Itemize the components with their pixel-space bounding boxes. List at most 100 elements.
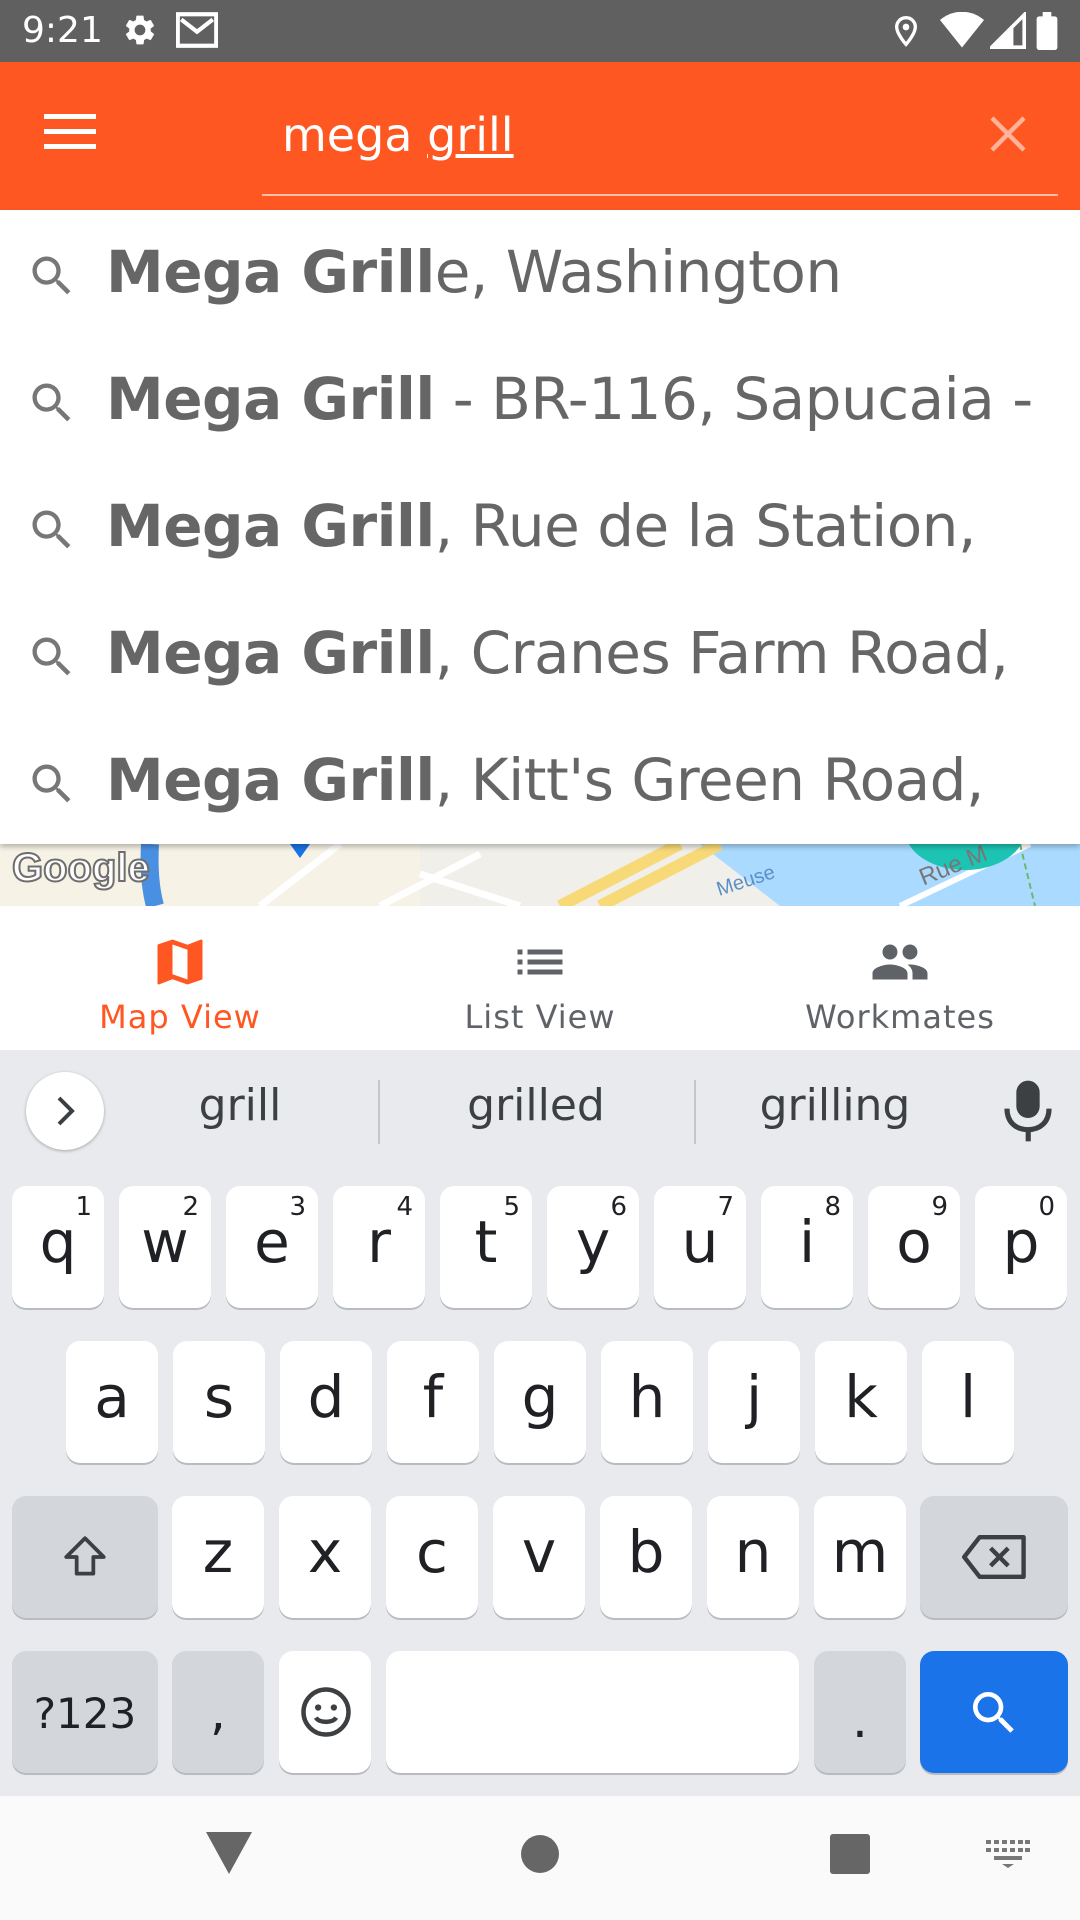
key-char: f xyxy=(422,1363,444,1431)
key-p[interactable]: p0 xyxy=(975,1186,1067,1308)
tab-label: List View xyxy=(464,998,616,1036)
shift-key[interactable] xyxy=(12,1496,158,1618)
key-j[interactable]: j xyxy=(708,1341,800,1463)
tab-map-view[interactable]: Map View xyxy=(0,906,360,1050)
key-number-hint: 2 xyxy=(182,1192,199,1222)
suggestion-item[interactable]: Mega Grille, Washington xyxy=(0,210,1080,337)
key-u[interactable]: u7 xyxy=(654,1186,746,1308)
suggestion-text: Mega Grill - BR-116, Sapucaia - xyxy=(106,365,1033,433)
gmail-icon xyxy=(176,12,218,48)
keyboard-suggestion[interactable]: grilling xyxy=(720,1080,950,1131)
tab-workmates[interactable]: Workmates xyxy=(720,906,1080,1050)
key-a[interactable]: a xyxy=(66,1341,158,1463)
key-e[interactable]: e3 xyxy=(226,1186,318,1308)
key-char: g xyxy=(521,1363,559,1431)
search-icon xyxy=(26,250,78,302)
key-number-hint: 5 xyxy=(503,1192,520,1222)
period-key[interactable]: . xyxy=(814,1651,906,1773)
key-s[interactable]: s xyxy=(173,1341,265,1463)
emoji-key[interactable] xyxy=(279,1651,371,1773)
status-bar: 9:21 xyxy=(0,0,1080,62)
key-number-hint: 8 xyxy=(824,1192,841,1222)
key-n[interactable]: n xyxy=(707,1496,799,1618)
key-k[interactable]: k xyxy=(815,1341,907,1463)
key-v[interactable]: v xyxy=(493,1496,585,1618)
tab-label: Workmates xyxy=(805,998,995,1036)
search-field[interactable]: mega grill xyxy=(262,62,1058,196)
emoji-icon xyxy=(301,1687,351,1737)
search-icon xyxy=(26,504,78,556)
key-i[interactable]: i8 xyxy=(761,1186,853,1308)
key-label: ?123 xyxy=(33,1689,137,1738)
key-char: j xyxy=(745,1363,763,1431)
key-t[interactable]: t5 xyxy=(440,1186,532,1308)
suggestion-match: Mega Grill xyxy=(106,365,435,433)
key-f[interactable]: f xyxy=(387,1341,479,1463)
suggestion-item[interactable]: Mega Grill, Cranes Farm Road, xyxy=(0,591,1080,718)
tab-list-view[interactable]: List View xyxy=(360,906,720,1050)
back-icon[interactable] xyxy=(206,1832,252,1874)
keyboard-suggestion[interactable]: grilled xyxy=(406,1080,666,1131)
suggestion-text: Mega Grill, Kitt's Green Road, xyxy=(106,746,984,814)
search-icon xyxy=(26,377,78,429)
search-icon xyxy=(973,1692,1014,1733)
search-suggestions: Mega Grille, Washington Mega Grill - BR-1… xyxy=(0,210,1080,844)
key-char: m xyxy=(831,1518,889,1586)
chevron-right-icon xyxy=(57,1096,75,1126)
key-c[interactable]: c xyxy=(386,1496,478,1618)
recents-icon[interactable] xyxy=(830,1834,870,1874)
expand-suggestions-button[interactable] xyxy=(26,1072,104,1150)
keyboard-switch-icon[interactable] xyxy=(986,1840,1030,1868)
battery-icon xyxy=(1036,12,1058,50)
suggestion-text: Mega Grill, Rue de la Station, xyxy=(106,492,976,560)
divider xyxy=(694,1080,696,1144)
menu-icon[interactable] xyxy=(44,112,96,152)
search-text-composing: grill xyxy=(427,108,514,162)
list-icon xyxy=(517,949,563,975)
suggestion-item[interactable]: Mega Grill - BR-116, Sapucaia - xyxy=(0,337,1080,464)
suggestion-rest: e, Washington xyxy=(434,238,842,306)
suggestion-item[interactable]: Mega Grill, Kitt's Green Road, xyxy=(0,718,1080,845)
backspace-key[interactable] xyxy=(920,1496,1068,1618)
key-l[interactable]: l xyxy=(922,1341,1014,1463)
symbols-key[interactable]: ?123 xyxy=(12,1651,158,1773)
microphone-icon[interactable] xyxy=(1000,1078,1056,1144)
key-number-hint: 9 xyxy=(931,1192,948,1222)
space-key[interactable] xyxy=(386,1651,799,1773)
key-char: x xyxy=(307,1518,343,1586)
key-number-hint: 0 xyxy=(1038,1192,1055,1222)
search-action-key[interactable] xyxy=(920,1651,1068,1773)
key-r[interactable]: r4 xyxy=(333,1186,425,1308)
key-x[interactable]: x xyxy=(279,1496,371,1618)
suggestion-item[interactable]: Mega Grill, Rue de la Station, xyxy=(0,464,1080,591)
key-o[interactable]: o9 xyxy=(868,1186,960,1308)
key-d[interactable]: d xyxy=(280,1341,372,1463)
shift-icon xyxy=(64,1536,106,1576)
status-time: 9:21 xyxy=(22,10,103,51)
key-q[interactable]: q1 xyxy=(12,1186,104,1308)
keyboard-suggestion[interactable]: grill xyxy=(130,1080,350,1131)
key-w[interactable]: w2 xyxy=(119,1186,211,1308)
key-y[interactable]: y6 xyxy=(547,1186,639,1308)
search-text-prefix: mega xyxy=(282,108,428,162)
suggestion-match: Mega Grill xyxy=(106,238,435,306)
comma-key[interactable]: , xyxy=(172,1651,264,1773)
suggestion-rest: , Cranes Farm Road, xyxy=(434,619,1009,687)
key-b[interactable]: b xyxy=(600,1496,692,1618)
suggestion-text: Mega Grille, Washington xyxy=(106,238,842,306)
key-char: c xyxy=(416,1518,448,1586)
bottom-navigation: Map View List View Workmates xyxy=(0,906,1080,1050)
search-input[interactable]: mega grill xyxy=(282,108,514,162)
close-icon[interactable] xyxy=(984,110,1032,158)
key-char: v xyxy=(521,1518,557,1586)
key-g[interactable]: g xyxy=(494,1341,586,1463)
key-char: k xyxy=(844,1363,878,1431)
key-m[interactable]: m xyxy=(814,1496,906,1618)
home-icon[interactable] xyxy=(520,1834,560,1874)
key-z[interactable]: z xyxy=(172,1496,264,1618)
key-h[interactable]: h xyxy=(601,1341,693,1463)
key-number-hint: 7 xyxy=(717,1192,734,1222)
soft-keyboard: grill grilled grilling q1w2e3r4t5y6u7i8o… xyxy=(0,1050,1080,1796)
signal-icon xyxy=(990,12,1026,49)
map[interactable]: Google Meuse Rue M xyxy=(0,844,1080,906)
